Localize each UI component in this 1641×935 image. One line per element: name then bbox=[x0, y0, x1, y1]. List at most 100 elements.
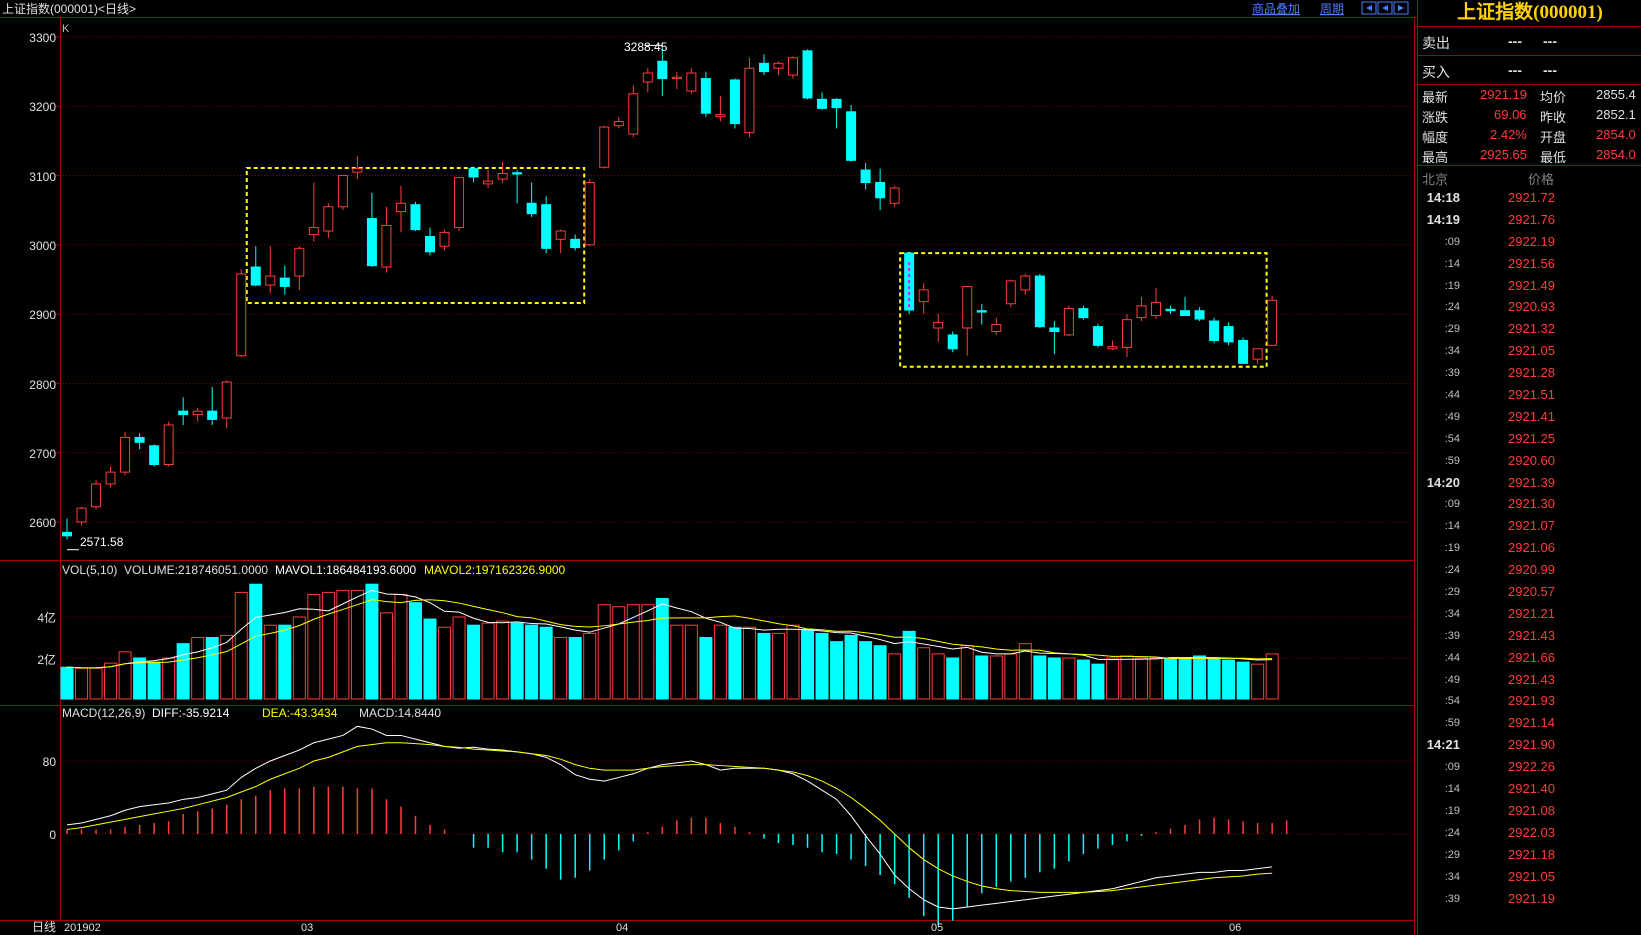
volume-bar bbox=[568, 637, 582, 700]
candle bbox=[889, 185, 900, 207]
volume-bar bbox=[815, 632, 829, 700]
volume-bar bbox=[118, 651, 132, 700]
candle bbox=[105, 466, 116, 488]
candle bbox=[454, 176, 465, 231]
candle bbox=[425, 227, 435, 256]
volume-bar bbox=[220, 634, 234, 700]
overlay-link[interactable]: 商品叠加 bbox=[1252, 1, 1300, 16]
tick-time: :09 bbox=[1444, 498, 1460, 511]
quote-title: 上证指数(000001) bbox=[1418, 0, 1641, 27]
tick-time: :34 bbox=[1444, 870, 1460, 883]
volume-bar bbox=[191, 637, 205, 700]
tick-time: :44 bbox=[1444, 651, 1460, 664]
tick-row: :09 2921.30 bbox=[1418, 494, 1641, 516]
volume-bar bbox=[1207, 657, 1221, 700]
tick-time: 14:18 bbox=[1426, 190, 1460, 205]
volume-bar bbox=[452, 616, 466, 700]
stat-label-change: 涨跌 bbox=[1422, 110, 1449, 125]
tick-time: :29 bbox=[1444, 323, 1460, 336]
candle bbox=[947, 331, 958, 353]
tick-row: :14 2921.56 bbox=[1418, 254, 1641, 276]
tick-time: :39 bbox=[1444, 367, 1460, 380]
tick-row: :24 2922.03 bbox=[1418, 823, 1641, 845]
tick-row: :24 2920.99 bbox=[1418, 560, 1641, 582]
candle bbox=[962, 285, 973, 356]
candle bbox=[279, 265, 290, 295]
stat-label-avg: 均价 bbox=[1540, 90, 1567, 105]
candle bbox=[846, 104, 857, 162]
tick-price: 2921.93 bbox=[1508, 693, 1555, 709]
volume-bar bbox=[757, 632, 771, 700]
volume-bar bbox=[1222, 659, 1236, 700]
tick-time: :34 bbox=[1444, 345, 1460, 358]
tick-row: :39 2921.43 bbox=[1418, 626, 1641, 648]
period-label: 日线 bbox=[32, 920, 56, 934]
stat-value-open: 2854.0 bbox=[1596, 127, 1636, 142]
stat-label-high: 最高 bbox=[1422, 150, 1449, 165]
tick-list[interactable]: 14:18 2921.72 14:19 2921.76:09 2922.19:14 292… bbox=[1418, 188, 1641, 910]
tick-row: :24 2920.93 bbox=[1418, 297, 1641, 319]
volume-bar bbox=[684, 624, 698, 700]
tick-time: :14 bbox=[1444, 783, 1460, 796]
stat-value-change: 69.06 bbox=[1494, 107, 1527, 122]
volume-bar bbox=[133, 657, 147, 700]
candle bbox=[1267, 296, 1278, 346]
tick-time: :54 bbox=[1444, 695, 1460, 708]
tick-row: :49 2921.43 bbox=[1418, 670, 1641, 692]
volume-bar bbox=[292, 616, 306, 700]
volume-bar bbox=[1236, 661, 1250, 700]
volume-bar bbox=[975, 655, 989, 700]
ytick-2800: 2800 bbox=[29, 378, 56, 392]
volume-bar bbox=[89, 667, 103, 700]
consolidation-box-1 bbox=[245, 166, 586, 305]
tick-price: 2921.43 bbox=[1508, 671, 1555, 687]
candle bbox=[395, 185, 406, 233]
tick-row: :29 2921.32 bbox=[1418, 319, 1641, 341]
tick-row: :34 2921.05 bbox=[1418, 867, 1641, 889]
volume-bar bbox=[379, 612, 393, 700]
tick-row: :39 2921.19 bbox=[1418, 889, 1641, 911]
candle bbox=[308, 182, 319, 242]
tick-price: 2920.93 bbox=[1508, 299, 1555, 315]
volume-bar bbox=[1251, 663, 1265, 700]
tick-time: :14 bbox=[1444, 257, 1460, 270]
volume-bar bbox=[830, 641, 844, 700]
stat-label-open: 开盘 bbox=[1540, 130, 1567, 145]
tick-time: :34 bbox=[1444, 607, 1460, 620]
ytick-2600: 2600 bbox=[29, 516, 56, 530]
candle bbox=[497, 161, 508, 183]
volume-bar bbox=[844, 634, 858, 700]
tick-time: 14:20 bbox=[1426, 474, 1460, 490]
sell-value-2: --- bbox=[1543, 33, 1557, 49]
candle bbox=[236, 269, 247, 358]
candle bbox=[599, 125, 610, 169]
tick-row: 14:19 2921.76 bbox=[1418, 210, 1641, 232]
ytick-3300: 3300 bbox=[29, 31, 56, 45]
candle bbox=[1223, 322, 1234, 346]
tick-row: :44 2921.66 bbox=[1418, 648, 1641, 670]
ticks-header: 北京 价格 bbox=[1418, 166, 1641, 188]
tick-time: :14 bbox=[1444, 520, 1460, 533]
candle bbox=[76, 506, 87, 526]
volume-bar bbox=[1265, 653, 1279, 700]
volume-bar bbox=[888, 653, 902, 700]
vol-tick-4: 4亿 bbox=[37, 610, 56, 625]
period-link[interactable]: 周期 bbox=[1320, 2, 1344, 16]
tick-price: 2921.32 bbox=[1508, 321, 1555, 337]
candle bbox=[526, 182, 537, 218]
candle bbox=[1180, 296, 1191, 317]
candle bbox=[410, 201, 421, 231]
tick-time: :49 bbox=[1444, 410, 1460, 423]
volume-bar bbox=[147, 661, 161, 700]
macd-legend-macd: MACD:14.8440 bbox=[359, 706, 441, 720]
chart-area: 上证指数(000001)<日线> 商品叠加 周期 K 3300 3200 310… bbox=[0, 0, 1417, 935]
volume-bar bbox=[1149, 657, 1163, 700]
quote-panel: 上证指数(000001) 卖出 --- --- 买入 --- --- 最新 29… bbox=[1417, 0, 1641, 935]
candle bbox=[773, 61, 784, 76]
volume-bar bbox=[583, 632, 597, 700]
high-marker: 3288.45 bbox=[624, 40, 668, 54]
candle bbox=[875, 168, 886, 211]
quote-stats: 最新 2921.19 均价 2855.4 涨跌 69.06 昨收 2852.1 … bbox=[1418, 85, 1641, 166]
tick-time: :59 bbox=[1444, 717, 1460, 730]
candle bbox=[613, 116, 624, 129]
